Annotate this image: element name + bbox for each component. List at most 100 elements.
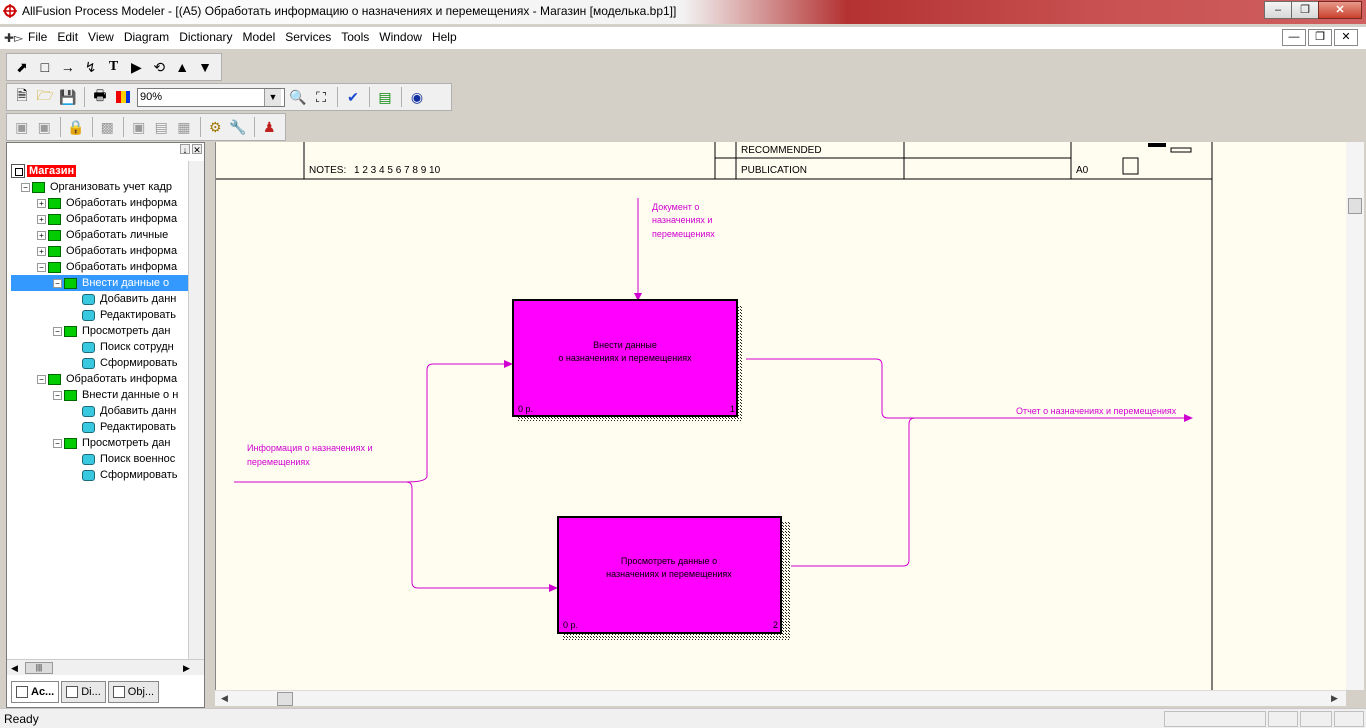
collapse-icon[interactable]: −: [37, 374, 46, 384]
collapse-icon[interactable]: −: [37, 262, 46, 272]
go-to-parent-icon[interactable]: ⟲: [148, 56, 170, 78]
expand-icon[interactable]: +: [37, 246, 46, 256]
text-tool-icon[interactable]: T: [103, 56, 125, 78]
collapse-icon[interactable]: −: [21, 182, 30, 192]
doc-close-button[interactable]: ✕: [1334, 29, 1358, 46]
tree-item[interactable]: + Обработать информа: [11, 211, 189, 227]
tree-item[interactable]: Редактировать: [11, 419, 189, 435]
scroll-thumb[interactable]: |||: [25, 662, 53, 674]
mart-connect-icon[interactable]: ▣: [11, 116, 33, 138]
minimize-button[interactable]: –: [1264, 1, 1292, 19]
tree-item[interactable]: + Обработать информа: [11, 195, 189, 211]
activity-box-2[interactable]: Просмотреть данные о назначениях и перем…: [557, 516, 791, 640]
input-label-line1[interactable]: Информация о назначениях и: [247, 443, 372, 453]
tree-item[interactable]: Добавить данн: [11, 403, 189, 419]
mart-disconnect-icon[interactable]: ▣: [34, 116, 56, 138]
color-palette-icon[interactable]: [112, 86, 134, 108]
doc-restore-button[interactable]: ❐: [1308, 29, 1332, 46]
tree-horizontal-scrollbar[interactable]: ◀ ||| ▶: [7, 659, 204, 675]
menu-view[interactable]: View: [83, 30, 119, 44]
canvas-hscroll-thumb[interactable]: [277, 692, 293, 706]
tree-item[interactable]: − Просмотреть дан: [11, 323, 189, 339]
menu-edit[interactable]: Edit: [52, 30, 83, 44]
menu-window[interactable]: Window: [374, 30, 427, 44]
panel-close-icon[interactable]: ✕: [192, 144, 202, 155]
tree-item[interactable]: + Обработать личные: [11, 227, 189, 243]
mart-save-icon[interactable]: ▣: [128, 116, 150, 138]
menu-model[interactable]: Model: [238, 30, 281, 44]
menu-diagram[interactable]: Diagram: [119, 30, 174, 44]
go-up-icon[interactable]: ▲: [171, 56, 193, 78]
tree-item[interactable]: Редактировать: [11, 307, 189, 323]
collapse-icon[interactable]: −: [53, 278, 62, 288]
document-menu-icon[interactable]: ✚▻: [4, 31, 23, 45]
panel-dock-icon[interactable]: ↓: [180, 144, 190, 155]
tree-item[interactable]: − Организовать учет кадр: [11, 179, 189, 195]
tree-item[interactable]: − Внести данные о н: [11, 387, 189, 403]
tab-activities[interactable]: Ac...: [11, 681, 60, 703]
expand-icon[interactable]: +: [37, 214, 46, 224]
zoom-input[interactable]: [138, 88, 264, 106]
scroll-right-icon[interactable]: ▶: [1331, 693, 1338, 704]
menu-tools[interactable]: Tools: [336, 30, 374, 44]
arrow-tool-icon[interactable]: →: [57, 56, 79, 78]
collapse-icon[interactable]: −: [53, 326, 62, 336]
spell-check-icon[interactable]: ✔: [342, 86, 364, 108]
go-to-child-icon[interactable]: ▶: [125, 56, 147, 78]
output-arrow-box2[interactable]: [791, 417, 916, 567]
menu-help[interactable]: Help: [427, 30, 462, 44]
activity-box-1[interactable]: Внести данные о назначениях и перемещени…: [512, 299, 743, 421]
model-explorer-icon[interactable]: ▤: [374, 86, 396, 108]
tree-root[interactable]: Магазин: [11, 163, 189, 179]
tree-item[interactable]: Поиск сотрудн: [11, 339, 189, 355]
maximize-button[interactable]: ❐: [1291, 1, 1319, 19]
new-file-icon[interactable]: 🗎: [11, 86, 33, 108]
tree-item[interactable]: − Обработать информа: [11, 371, 189, 387]
tree-item[interactable]: − Обработать информа: [11, 259, 189, 275]
collapse-icon[interactable]: −: [53, 390, 62, 400]
input-label-line2[interactable]: перемещениях: [247, 457, 310, 467]
mart-open-icon[interactable]: ▩: [97, 116, 119, 138]
chevron-down-icon[interactable]: ▼: [264, 88, 281, 106]
tree-item[interactable]: + Обработать информа: [11, 243, 189, 259]
menu-file[interactable]: File: [28, 30, 52, 44]
tree-item[interactable]: Сформировать: [11, 355, 189, 371]
zoom-in-icon[interactable]: 🔍: [287, 86, 309, 108]
tree-item[interactable]: Сформировать: [11, 467, 189, 483]
control-label-line3[interactable]: перемещениях: [652, 229, 715, 239]
input-arrow-to-box1[interactable]: [405, 363, 506, 483]
tree-item[interactable]: − Внести данные о: [11, 275, 189, 291]
lock-icon[interactable]: 🔒: [65, 116, 87, 138]
mart-users-icon[interactable]: ⚙: [205, 116, 227, 138]
scroll-left-icon[interactable]: ◀: [11, 663, 18, 674]
pointer-tool-icon[interactable]: ⬈: [11, 56, 33, 78]
diagram-canvas[interactable]: NOTES: 1 2 3 4 5 6 7 8 9 10 RECOMMENDED …: [215, 142, 1346, 690]
output-label[interactable]: Отчет о назначениях и перемещениях: [1016, 406, 1177, 416]
expand-icon[interactable]: +: [37, 230, 46, 240]
print-icon[interactable]: 🖶: [89, 86, 111, 108]
go-down-icon[interactable]: ▼: [194, 56, 216, 78]
mart-merge-icon[interactable]: ▤: [151, 116, 173, 138]
menu-dictionary[interactable]: Dictionary: [174, 30, 237, 44]
close-button[interactable]: ✕: [1318, 1, 1362, 19]
activity-box-tool-icon[interactable]: □: [34, 56, 56, 78]
canvas-horizontal-scrollbar[interactable]: ◀ ▶: [215, 690, 1346, 706]
mart-people-icon[interactable]: ♟: [259, 116, 281, 138]
doc-minimize-button[interactable]: —: [1282, 29, 1306, 46]
zoom-select[interactable]: ▼: [137, 87, 285, 107]
collapse-icon[interactable]: −: [53, 438, 62, 448]
scroll-left-icon[interactable]: ◀: [221, 693, 228, 704]
mart-tools-icon[interactable]: 🔧: [227, 116, 249, 138]
control-label-line1[interactable]: Документ о: [652, 202, 699, 212]
tree-item[interactable]: Добавить данн: [11, 291, 189, 307]
expand-icon[interactable]: +: [37, 198, 46, 208]
open-folder-icon[interactable]: 🗁: [34, 86, 56, 108]
tree-vertical-scrollbar[interactable]: [188, 161, 204, 659]
mart-grid-icon[interactable]: ▦: [173, 116, 195, 138]
tab-diagrams[interactable]: Di...: [61, 681, 106, 703]
input-arrow-to-box2[interactable]: [234, 481, 551, 589]
tree-item[interactable]: Поиск военнос: [11, 451, 189, 467]
squiggle-tool-icon[interactable]: ↯: [80, 56, 102, 78]
tree-item[interactable]: − Просмотреть дан: [11, 435, 189, 451]
canvas-vertical-scrollbar[interactable]: [1346, 142, 1364, 690]
